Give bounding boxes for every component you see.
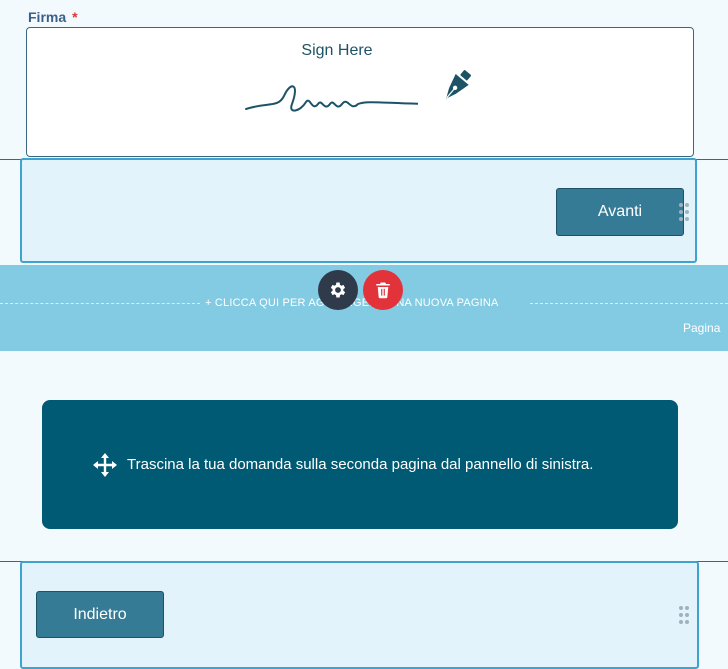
gear-icon — [330, 282, 346, 298]
back-button[interactable]: Indietro — [36, 591, 164, 638]
dashed-divider-right — [530, 303, 728, 304]
signature-label: Firma * — [28, 9, 78, 25]
page-label: Pagina — [683, 321, 721, 335]
page-settings-button[interactable] — [318, 270, 358, 310]
next-button[interactable]: Avanti — [556, 188, 684, 236]
drag-handle-icon[interactable] — [679, 203, 689, 221]
signature-label-text: Firma — [28, 9, 67, 25]
pen-nib-icon — [446, 70, 471, 99]
sign-here-text: Sign Here — [301, 42, 373, 59]
drag-handle-icon-2[interactable] — [679, 606, 689, 624]
drop-zone-instructions: Trascina la tua domanda sulla seconda pa… — [127, 456, 594, 473]
dashed-divider-left — [0, 303, 200, 304]
trash-icon — [376, 282, 390, 299]
page-delete-button[interactable] — [363, 270, 403, 310]
move-arrows-icon — [93, 453, 117, 477]
required-mark: * — [72, 9, 78, 25]
